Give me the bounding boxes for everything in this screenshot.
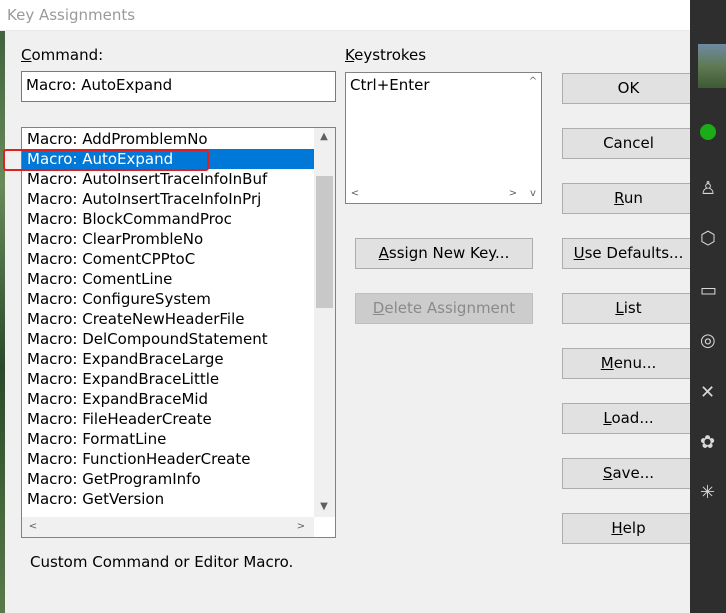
delete-assignment-button[interactable]: Delete Assignment: [355, 293, 533, 324]
cancel-button[interactable]: Cancel: [562, 128, 695, 159]
command-list-item[interactable]: Macro: ExpandBraceMid: [26, 389, 212, 409]
command-list-item[interactable]: Macro: ExpandBraceLittle: [26, 369, 223, 389]
moments-icon: ✕: [700, 382, 716, 403]
scroll-left-icon[interactable]: <: [26, 520, 40, 534]
command-list-item[interactable]: Macro: GetVersion: [26, 489, 168, 509]
command-list-item[interactable]: Macro: DelCompoundStatement: [26, 329, 272, 349]
command-list-item[interactable]: Macro: FormatLine: [26, 429, 170, 449]
command-list-item[interactable]: Macro: AutoInsertTraceInfoInPrj: [26, 189, 265, 209]
command-list-item[interactable]: Macro: ExpandBraceLarge: [26, 349, 228, 369]
keystrokes-label: Keystrokes: [345, 46, 427, 64]
run-button[interactable]: Run: [562, 183, 695, 214]
command-list-item[interactable]: Macro: ClearPrombleNo: [26, 229, 207, 249]
selection-highlight-outline: [3, 149, 209, 171]
command-list-item[interactable]: Macro: ConfigureSystem: [26, 289, 215, 309]
title-bar: Key Assignments: [0, 0, 690, 31]
assign-new-key-button[interactable]: Assign New Key...: [355, 238, 533, 269]
thumbnail-image: [698, 44, 726, 88]
command-list-item[interactable]: Macro: ComentCPPtoC: [26, 249, 199, 269]
help-button[interactable]: Help: [562, 513, 695, 544]
command-list[interactable]: Macro: AddPromblemNo Macro: AutoExpand Mac…: [21, 127, 336, 538]
command-list-item[interactable]: Macro: GetProgramInfo: [26, 469, 205, 489]
command-list-hscrollbar[interactable]: < >: [22, 517, 314, 537]
aperture-icon: ◎: [700, 330, 716, 351]
command-list-item[interactable]: Macro: FunctionHeaderCreate: [26, 449, 254, 469]
flower-icon: ✿: [700, 432, 716, 453]
keystroke-item[interactable]: Ctrl+Enter: [350, 76, 430, 94]
command-description: Custom Command or Editor Macro.: [30, 553, 294, 571]
command-list-vscrollbar[interactable]: ▲ ▼: [314, 128, 335, 517]
menu-button[interactable]: Menu...: [562, 348, 695, 379]
command-list-item[interactable]: Macro: CreateNewHeaderFile: [26, 309, 249, 329]
background-app-sidebar: ♙ ⬡ ▭ ◎ ✕ ✿ ✳: [690, 0, 726, 613]
cube-icon: ⬡: [700, 228, 716, 249]
command-label: Command:: [21, 46, 104, 64]
keystroke-scroll-up-icon[interactable]: ^: [526, 75, 540, 89]
save-button[interactable]: Save...: [562, 458, 695, 489]
scroll-up-icon[interactable]: ▲: [317, 130, 331, 144]
contacts-icon: ♙: [700, 178, 717, 199]
window-title: Key Assignments: [7, 6, 136, 24]
folder-icon: ▭: [700, 280, 718, 301]
command-list-item[interactable]: Macro: AutoInsertTraceInfoInBuf: [26, 169, 271, 189]
use-defaults-button[interactable]: Use Defaults...: [562, 238, 695, 269]
keystroke-scroll-left-icon[interactable]: <: [348, 187, 362, 201]
chat-icon: [700, 124, 716, 140]
keystroke-scroll-right-icon[interactable]: >: [506, 187, 520, 201]
sparkle-icon: ✳: [700, 482, 716, 503]
scroll-down-icon[interactable]: ▼: [317, 500, 331, 514]
command-list-item[interactable]: Macro: FileHeaderCreate: [26, 409, 216, 429]
ok-button[interactable]: OK: [562, 73, 695, 104]
command-list-item[interactable]: Macro: ComentLine: [26, 269, 176, 289]
keystroke-scroll-down-icon[interactable]: v: [526, 187, 540, 201]
list-button[interactable]: List: [562, 293, 695, 324]
keystrokes-list[interactable]: Ctrl+Enter < > ^ v: [345, 72, 542, 204]
command-field[interactable]: Macro: AutoExpand: [21, 71, 336, 102]
command-list-item[interactable]: Macro: BlockCommandProc: [26, 209, 236, 229]
load-button[interactable]: Load...: [562, 403, 695, 434]
scroll-right-icon[interactable]: >: [294, 520, 308, 534]
command-list-scroll-thumb[interactable]: [316, 176, 333, 308]
command-list-item[interactable]: Macro: AddPromblemNo: [26, 129, 212, 149]
